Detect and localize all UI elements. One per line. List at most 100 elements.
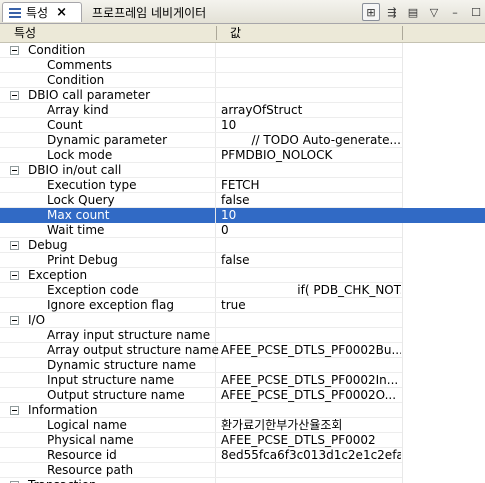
- property-row[interactable]: Max count 10: [0, 208, 485, 223]
- category-row[interactable]: I/O: [0, 313, 485, 328]
- show-categories-icon[interactable]: ⊞: [362, 3, 380, 21]
- property-value-cell[interactable]: [221, 58, 401, 73]
- property-value-cell[interactable]: true: [221, 298, 401, 313]
- property-value-cell[interactable]: 10: [221, 208, 401, 223]
- property-name-cell: Physical name: [0, 433, 216, 448]
- property-row[interactable]: Array input structure name: [0, 328, 485, 343]
- property-row[interactable]: Resource path: [0, 463, 485, 478]
- property-value-cell[interactable]: FETCH: [221, 178, 401, 193]
- property-table-body: Condition Comments Condition DBIO call para…: [0, 43, 485, 483]
- property-value-cell[interactable]: 환가료기한부가산율조회: [221, 418, 401, 433]
- property-row[interactable]: Condition: [0, 73, 485, 88]
- property-value-cell[interactable]: AFEE_PCSE_DTLS_PF0002: [221, 433, 401, 448]
- property-name-cell: Resource id: [0, 448, 216, 463]
- property-name-cell: Dynamic structure name: [0, 358, 216, 373]
- category-label: Information: [28, 403, 98, 417]
- category-row[interactable]: Information: [0, 403, 485, 418]
- property-label: Print Debug: [47, 253, 118, 267]
- property-label: Condition: [47, 73, 105, 87]
- category-label: Exception: [28, 268, 88, 282]
- category-row[interactable]: DBIO call parameter: [0, 88, 485, 103]
- show-advanced-icon[interactable]: ⇶: [383, 3, 401, 21]
- property-value-cell[interactable]: AFEE_PCSE_DTLS_PF0002O...: [221, 388, 401, 403]
- category-row[interactable]: Exception: [0, 268, 485, 283]
- property-label: Array output structure name: [47, 343, 219, 357]
- property-row[interactable]: Input structure name AFEE_PCSE_DTLS_PF000…: [0, 373, 485, 388]
- minimize-icon[interactable]: –: [446, 3, 464, 21]
- property-row[interactable]: Wait time 0: [0, 223, 485, 238]
- property-name-cell: Input structure name: [0, 373, 216, 388]
- category-row[interactable]: Transaction: [0, 478, 485, 483]
- property-row[interactable]: Dynamic structure name: [0, 358, 485, 373]
- property-value-cell[interactable]: 8ed55fca6f3c013d1c2e1c2efaf3...: [221, 448, 401, 463]
- property-row[interactable]: Resource id 8ed55fca6f3c013d1c2e1c2efaf3.…: [0, 448, 485, 463]
- restore-default-icon[interactable]: ▤: [404, 3, 422, 21]
- collapse-minus-icon[interactable]: [10, 316, 19, 325]
- column-header-value[interactable]: 값: [216, 24, 402, 42]
- property-row[interactable]: Output structure name AFEE_PCSE_DTLS_PF00…: [0, 388, 485, 403]
- property-label: Array input structure name: [47, 328, 211, 342]
- property-name-cell: I/O: [0, 313, 216, 328]
- property-value-cell[interactable]: arrayOfStruct: [221, 103, 401, 118]
- category-label: DBIO call parameter: [28, 88, 151, 102]
- collapse-minus-icon[interactable]: [10, 91, 19, 100]
- property-value-cell[interactable]: [221, 463, 401, 478]
- property-table-header: 특성 값: [0, 24, 485, 43]
- property-label: Logical name: [47, 418, 127, 432]
- collapse-minus-icon[interactable]: [10, 271, 19, 280]
- property-value-cell[interactable]: // TODO Auto-generate...: [221, 133, 401, 148]
- collapse-minus-icon[interactable]: [10, 241, 19, 250]
- property-value-cell[interactable]: 0: [221, 223, 401, 238]
- property-value-cell[interactable]: 10: [221, 118, 401, 133]
- tab-properties[interactable]: 특성 ×: [2, 2, 82, 22]
- property-name-cell: Dynamic parameter: [0, 133, 216, 148]
- property-value-cell[interactable]: [221, 328, 401, 343]
- property-value-cell[interactable]: [221, 358, 401, 373]
- property-value-cell[interactable]: [221, 73, 401, 88]
- view-menu-chevron-down-icon[interactable]: ▽: [425, 3, 443, 21]
- property-value-cell[interactable]: PFMDBIO_NOLOCK: [221, 148, 401, 163]
- tab-properties-label: 특성: [26, 6, 49, 20]
- property-row[interactable]: Lock mode PFMDBIO_NOLOCK: [0, 148, 485, 163]
- collapse-minus-icon[interactable]: [10, 46, 19, 55]
- property-row[interactable]: Execution type FETCH: [0, 178, 485, 193]
- property-row[interactable]: Ignore exception flag true: [0, 298, 485, 313]
- property-name-cell: Max count: [0, 208, 216, 223]
- property-name-cell: Resource path: [0, 463, 216, 478]
- property-row[interactable]: Logical name 환가료기한부가산율조회: [0, 418, 485, 433]
- property-row[interactable]: Array output structure name AFEE_PCSE_DTL…: [0, 343, 485, 358]
- property-row[interactable]: Dynamic parameter // TODO Auto-generate.…: [0, 133, 485, 148]
- property-row[interactable]: Lock Query false: [0, 193, 485, 208]
- property-row[interactable]: Count 10: [0, 118, 485, 133]
- view-toolbar: ⊞ ⇶ ▤ ▽ – ☐: [359, 2, 485, 22]
- property-value-cell[interactable]: AFEE_PCSE_DTLS_PF0002Bu...: [221, 343, 401, 358]
- maximize-icon[interactable]: ☐: [467, 3, 485, 21]
- property-value-cell[interactable]: false: [221, 193, 401, 208]
- property-name-cell: Ignore exception flag: [0, 298, 216, 313]
- property-row[interactable]: Comments: [0, 58, 485, 73]
- property-label: Resource path: [47, 463, 134, 477]
- collapse-minus-icon[interactable]: [10, 406, 19, 415]
- column-header-property[interactable]: 특성: [0, 24, 216, 42]
- category-row[interactable]: Condition: [0, 43, 485, 58]
- property-label: Max count: [47, 208, 110, 222]
- property-label: Output structure name: [47, 388, 185, 402]
- property-label: Wait time: [47, 223, 105, 237]
- property-value-cell[interactable]: if( PDB_CHK_NOT...: [221, 283, 401, 298]
- property-value-cell[interactable]: AFEE_PCSE_DTLS_PF0002In...: [221, 373, 401, 388]
- property-name-cell: Lock Query: [0, 193, 216, 208]
- property-name-cell: Execution type: [0, 178, 216, 193]
- category-row[interactable]: DBIO in/out call: [0, 163, 485, 178]
- property-row[interactable]: Array kind arrayOfStruct: [0, 103, 485, 118]
- property-label: Array kind: [47, 103, 109, 117]
- property-row[interactable]: Physical name AFEE_PCSE_DTLS_PF0002: [0, 433, 485, 448]
- category-row[interactable]: Debug: [0, 238, 485, 253]
- property-value-cell[interactable]: false: [221, 253, 401, 268]
- property-row[interactable]: Print Debug false: [0, 253, 485, 268]
- collapse-minus-icon[interactable]: [10, 166, 19, 175]
- property-name-cell: Count: [0, 118, 216, 133]
- close-icon[interactable]: ×: [56, 5, 67, 20]
- property-row[interactable]: Exception code if( PDB_CHK_NOT...: [0, 283, 485, 298]
- property-label: Comments: [47, 58, 113, 72]
- tab-proframe-navigator[interactable]: 프로프레임 네비게이터: [84, 2, 206, 22]
